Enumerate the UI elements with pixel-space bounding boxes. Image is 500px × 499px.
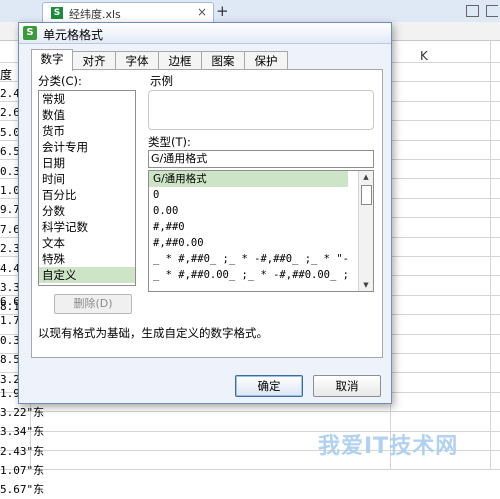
format-list-item[interactable]: _ * #,##0_ ;_ * -#,##0_ ;_ * "-"_ ;_ @_ (149, 251, 348, 267)
cancel-button[interactable]: 取消 (313, 375, 381, 397)
grid-row-line (0, 411, 500, 413)
custom-format-description: 以现有格式为基础，生成自定义的数字格式。 (38, 326, 268, 340)
type-label: 类型(T): (148, 135, 191, 149)
format-list-item[interactable]: 0 (149, 187, 348, 203)
close-window-icon[interactable] (486, 5, 498, 17)
format-list-scrollbar[interactable]: ▲ ▼ (358, 171, 373, 291)
cell-value: 5.67"东 (0, 482, 45, 496)
category-list-item[interactable]: 文本 (39, 235, 135, 251)
tab-alignment[interactable]: 对齐 (72, 51, 116, 70)
category-list-item[interactable]: 特殊 (39, 251, 135, 267)
format-cells-dialog: S 单元格格式 数字 对齐 字体 边框 图案 保护 分类(C): 常规 数值 货币会… (18, 22, 392, 404)
wps-app-icon: S (23, 26, 37, 40)
tab-pattern[interactable]: 图案 (201, 51, 245, 70)
scroll-thumb[interactable] (361, 185, 372, 205)
category-list-item[interactable]: 时间 (39, 171, 135, 187)
cell-value: 1.07"东 (0, 463, 45, 477)
ok-button[interactable]: 确定 (235, 375, 303, 397)
cell-value: 3.22"东 (0, 406, 45, 420)
format-code-list[interactable]: G/通用格式 0 0.00 #,##0 #,##0.00 _ * #,##0_ ;_ * … (148, 170, 374, 292)
category-list-item[interactable]: 分数 (39, 203, 135, 219)
sample-preview-box (148, 90, 374, 130)
tab-border[interactable]: 边框 (158, 51, 202, 70)
sample-label: 示例 (150, 74, 173, 88)
category-list-item[interactable]: 会计专用 (39, 139, 135, 155)
category-list[interactable]: 常规 数值 货币 会计专用 日期 时间 百分比 分数 科学记数 文本 特殊 自定义 (38, 90, 136, 286)
column-k-header[interactable]: K (420, 49, 428, 63)
type-input[interactable]: G/通用格式 (148, 150, 374, 168)
format-list-item[interactable]: _ * #,##0.00_ ;_ * -#,##0.00_ ;_ * "-"??… (149, 267, 348, 283)
delete-format-button[interactable]: 删除(D) (54, 294, 132, 314)
format-list-item[interactable]: 0.00 (149, 203, 348, 219)
category-list-item[interactable]: 日期 (39, 155, 135, 171)
dialog-title: 单元格格式 (43, 28, 104, 42)
document-tab[interactable]: S 经纬度.xls × (42, 2, 214, 23)
category-label: 分类(C): (38, 74, 82, 88)
document-tab-bar: S 经纬度.xls × + (0, 0, 500, 23)
document-tab-name: 经纬度.xls (69, 8, 121, 21)
excel-file-icon: S (51, 7, 63, 19)
dialog-title-bar[interactable]: S 单元格格式 (19, 23, 391, 44)
tab-font[interactable]: 字体 (115, 51, 159, 70)
category-list-item[interactable]: 自定义 (39, 267, 135, 283)
scroll-up-arrow-icon[interactable]: ▲ (359, 171, 373, 183)
format-list-item[interactable]: #,##0 (149, 219, 348, 235)
restore-window-icon[interactable] (466, 5, 479, 17)
column-header-text: 度 (0, 68, 13, 82)
category-list-item[interactable]: 百分比 (39, 187, 135, 203)
scroll-down-arrow-icon[interactable]: ▼ (359, 279, 373, 291)
category-list-item[interactable]: 常规 (39, 91, 135, 107)
format-list-item[interactable]: G/通用格式 (149, 171, 348, 187)
close-tab-icon[interactable]: × (197, 5, 207, 19)
grid-column-line (490, 40, 491, 470)
new-tab-button[interactable]: + (216, 2, 229, 20)
format-list-item[interactable]: #,##0.00 (149, 235, 348, 251)
category-list-item[interactable]: 数值 (39, 107, 135, 123)
tab-protection[interactable]: 保护 (244, 51, 288, 70)
category-list-item[interactable]: 货币 (39, 123, 135, 139)
tab-number[interactable]: 数字 (31, 49, 73, 71)
site-watermark: 我爱IT技术网 (318, 434, 459, 459)
cell-value: 3.34"东 (0, 425, 45, 439)
number-tab-panel: 分类(C): 常规 数值 货币 会计专用 日期 时间 百分比 分数 科学记数 文本 特殊 自定义 示例… (31, 69, 383, 358)
cell-value: 2.43"东 (0, 444, 45, 458)
category-list-item[interactable]: 科学记数 (39, 219, 135, 235)
